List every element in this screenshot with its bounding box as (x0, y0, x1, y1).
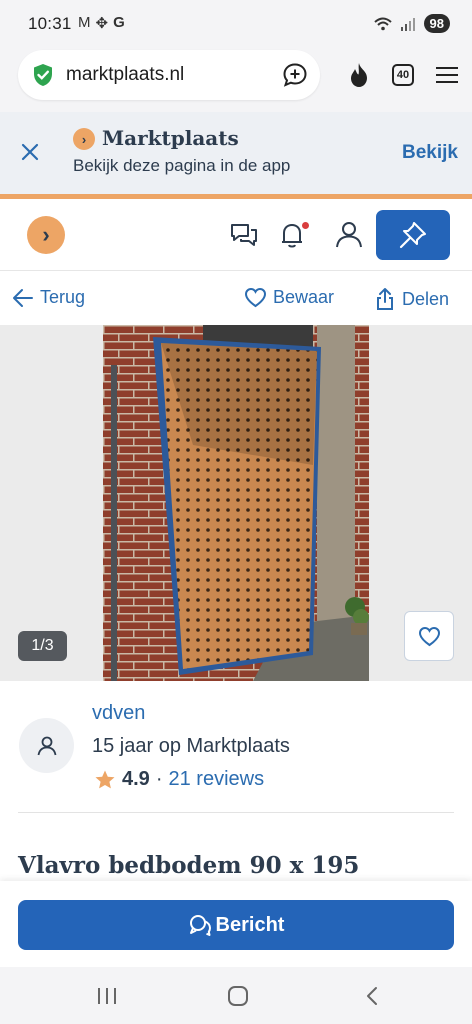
cta-bar: Bericht (0, 881, 472, 967)
seller-section: vdven 15 jaar op Marktplaats 4.9 · 21 re… (0, 681, 472, 881)
share-icon (377, 288, 393, 310)
heart-icon (244, 287, 267, 308)
banner-title: Marktplaats (102, 126, 239, 150)
pin-icon (399, 222, 426, 249)
back-label: Terug (40, 287, 86, 307)
system-navigation-bar (0, 967, 472, 1024)
secure-shield-icon (34, 64, 52, 86)
seller-membership: 15 jaar op Marktplaats (92, 735, 290, 757)
tabs-count-button[interactable]: 40 (392, 64, 414, 86)
notification-dot (302, 222, 309, 229)
status-right: 98 (373, 14, 450, 33)
message-button-label: Bericht (215, 913, 285, 936)
back-link[interactable]: Terug (12, 287, 85, 308)
place-ad-button[interactable] (376, 210, 450, 260)
chat-bubbles-icon (189, 915, 211, 936)
star-icon (95, 770, 115, 788)
chat-plus-icon[interactable] (282, 62, 308, 88)
battery-indicator: 98 (423, 14, 450, 33)
rating-separator: · (155, 768, 163, 790)
menu-icon[interactable] (436, 66, 458, 84)
message-button[interactable]: Bericht (18, 900, 454, 950)
recent-apps-icon[interactable] (96, 985, 118, 1007)
close-icon[interactable] (20, 142, 40, 162)
seller-name-link[interactable]: vdven (92, 702, 145, 725)
reviews-link[interactable]: 21 reviews (168, 768, 264, 791)
seller-avatar[interactable] (19, 718, 74, 773)
url-text[interactable]: marktplaats.nl (66, 64, 184, 86)
favorite-button[interactable] (404, 611, 454, 661)
seller-rating: 4.9 · 21 reviews (94, 768, 264, 791)
share-link[interactable]: Delen (376, 287, 449, 311)
user-icon (37, 736, 56, 755)
marktplaats-logo[interactable]: › (27, 216, 65, 254)
messages-icon[interactable] (228, 219, 260, 251)
listing-photo[interactable] (103, 325, 369, 681)
save-link[interactable]: Bewaar (244, 287, 334, 308)
signal-icon (400, 17, 415, 31)
photo-gallery[interactable]: 1/3 (0, 325, 472, 681)
marktplaats-logo-icon: › (73, 128, 95, 150)
heart-icon (418, 626, 440, 646)
listing-nav: Terug Bewaar Delen (0, 272, 472, 325)
photo-counter: 1/3 (18, 631, 67, 661)
status-time: 10:31 (28, 14, 72, 33)
browser-bar: marktplaats.nl 40 (0, 50, 472, 112)
banner-subtitle: Bekijk deze pagina in de app (73, 156, 291, 175)
status-bar: 10:31 M ✥ G 98 (0, 0, 472, 50)
site-header: › (0, 199, 472, 271)
arrow-left-icon (13, 288, 33, 307)
open-app-button[interactable]: Bekijk (402, 142, 458, 164)
pinwheel-icon: ✥ (95, 15, 109, 32)
google-icon: G (113, 14, 125, 31)
mail-icon: M (78, 14, 91, 31)
browser-icons: 40 (348, 62, 458, 88)
listing-photo-image (103, 325, 369, 681)
home-icon[interactable] (227, 985, 249, 1007)
wifi-icon (373, 17, 392, 30)
rating-value: 4.9 (122, 768, 150, 790)
divider (18, 812, 454, 813)
notification-icons: M ✥ G (78, 14, 125, 32)
back-icon[interactable] (362, 985, 384, 1007)
address-bar[interactable]: marktplaats.nl (18, 50, 320, 100)
listing-title: Vlavro bedbodem 90 x 195 (18, 852, 360, 879)
user-profile-icon[interactable] (334, 219, 364, 251)
share-label: Delen (402, 288, 450, 309)
flame-icon[interactable] (348, 62, 370, 88)
save-label: Bewaar (273, 287, 335, 307)
open-in-app-banner: › Marktplaats Bekijk deze pagina in de a… (0, 112, 472, 194)
